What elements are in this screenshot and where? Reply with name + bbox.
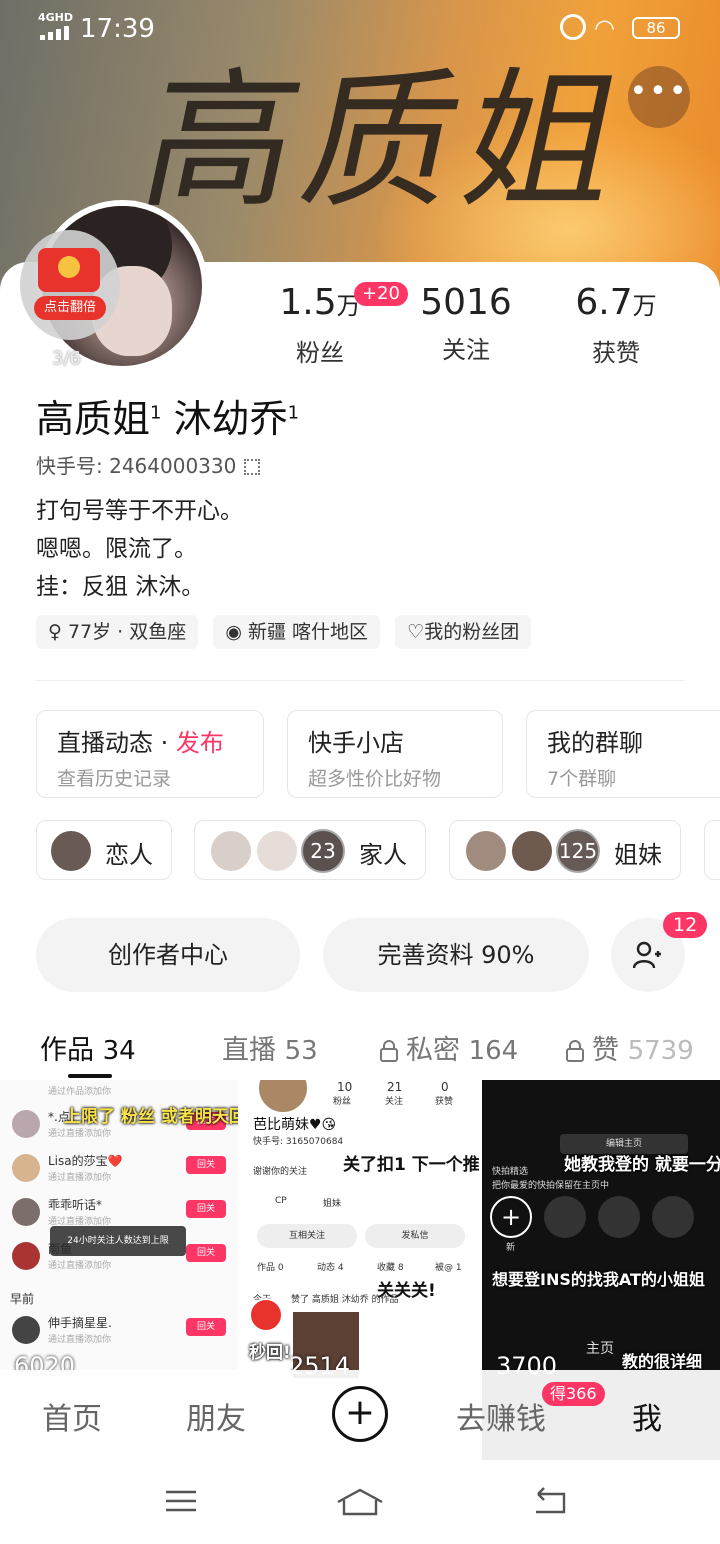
avatar bbox=[209, 829, 253, 873]
avatar bbox=[257, 1080, 309, 1114]
profile-stats: 1.5万 粉丝 +20 5016 关注 6.7万 获赞 bbox=[250, 280, 700, 370]
circle-family[interactable]: 23 家人 bbox=[194, 820, 426, 880]
video-caption: 秒回! bbox=[249, 1343, 291, 1363]
video-caption: 想要登INS的找我AT的小姐姐 bbox=[492, 1270, 705, 1289]
add-friend-badge: 12 bbox=[663, 912, 708, 938]
stat-likes-label: 获赞 bbox=[592, 339, 640, 367]
video-caption: 关了扣1 下一个推 bbox=[343, 1155, 479, 1175]
red-envelope-icon bbox=[249, 1298, 283, 1332]
limit-toast: 24小时关注人数达到上限 bbox=[50, 1226, 186, 1256]
divider bbox=[36, 680, 684, 681]
network-type: 4GHD bbox=[38, 11, 74, 24]
list-item: 伸手摘星星. 通过直播添加你 回关 bbox=[10, 1314, 230, 1354]
relationship-circles: 恋人 23 家人 125 姐妹 bbox=[36, 820, 720, 882]
feature-live-feed[interactable]: 直播动态 · 发布 查看历史记录 bbox=[36, 710, 264, 798]
nav-home[interactable]: 首页 bbox=[42, 1394, 102, 1438]
red-envelope-icon bbox=[38, 248, 100, 292]
location-pin-icon: ◉ bbox=[225, 621, 242, 643]
red-packet-label: 点击翻倍 bbox=[34, 296, 106, 320]
nav-me[interactable]: 我 bbox=[632, 1394, 662, 1438]
complete-profile-button[interactable]: 完善资料 90% bbox=[323, 918, 589, 992]
gender-female-icon: ♀ bbox=[48, 621, 62, 643]
add-friend-button[interactable]: 12 bbox=[611, 912, 708, 992]
feature-group-chats[interactable]: 我的群聊 7个群聊 bbox=[526, 710, 720, 798]
signal-icon bbox=[40, 26, 70, 40]
video-caption: 上限了 粉丝 或者明天回 刷刷！！！ bbox=[64, 1107, 238, 1127]
tag-age-zodiac[interactable]: ♀ 77岁 · 双鱼座 bbox=[36, 615, 199, 649]
list-item: Lisa的莎宝❤️ 通过直播添加你 回关 bbox=[10, 1152, 230, 1192]
home-icon[interactable] bbox=[336, 1486, 384, 1516]
menu-icon[interactable] bbox=[164, 1486, 198, 1516]
video-caption: 教的很详细 bbox=[622, 1352, 703, 1371]
tab-works[interactable]: 作品 34 bbox=[40, 1028, 136, 1067]
add-icon: + bbox=[490, 1196, 532, 1238]
avatar bbox=[49, 829, 93, 873]
back-icon[interactable] bbox=[532, 1486, 566, 1516]
avatar-page-indicator: 3/6 bbox=[52, 348, 81, 369]
publish-link[interactable]: 发布 bbox=[176, 729, 224, 757]
content-tabs: 作品 34 直播 53 私密 164 赞 5739 bbox=[0, 1020, 720, 1080]
stat-following-label: 关注 bbox=[442, 336, 490, 364]
circle-sisters[interactable]: 125 姐妹 bbox=[449, 820, 681, 880]
system-nav-bar bbox=[0, 1460, 720, 1544]
fan-club-heart-icon: ♡ bbox=[407, 621, 425, 643]
video-caption: 她教我登的 就要一分钟 bbox=[564, 1155, 720, 1175]
battery-icon: 86 bbox=[632, 17, 680, 39]
avatar bbox=[255, 829, 299, 873]
tab-liked[interactable]: 赞 5739 bbox=[566, 1028, 694, 1067]
red-packet-widget[interactable]: 点击翻倍 bbox=[20, 230, 120, 340]
tab-live[interactable]: 直播 53 bbox=[222, 1028, 318, 1067]
circle-count: 125 bbox=[556, 829, 600, 873]
feature-cards: 直播动态 · 发布 查看历史记录 快手小店 超多性价比好物 我的群聊 7个群聊 bbox=[36, 710, 720, 800]
nav-earn[interactable]: 去赚钱 bbox=[456, 1394, 546, 1438]
profile-name: 高质姐1 沐幼乔1 bbox=[36, 397, 300, 441]
bottom-nav: 首页 朋友 + 去赚钱 得366 我 bbox=[0, 1370, 720, 1460]
tag-location[interactable]: ◉ 新疆 喀什地区 bbox=[213, 615, 381, 649]
creator-center-button[interactable]: 创作者中心 bbox=[36, 918, 300, 992]
nav-friends[interactable]: 朋友 bbox=[186, 1394, 246, 1438]
more-options-button[interactable]: ••• bbox=[628, 66, 690, 128]
tag-fan-club[interactable]: ♡我的粉丝团 bbox=[395, 615, 532, 649]
profile-bio: 打句号等于不开心。 嗯嗯。限流了。 挂：反狙 沐沐。 bbox=[36, 498, 243, 600]
circle-lover[interactable]: 恋人 bbox=[36, 820, 172, 880]
profile-tags: ♀ 77岁 · 双鱼座 ◉ 新疆 喀什地区 ♡我的粉丝团 bbox=[36, 615, 541, 649]
user-id[interactable]: 快手号: 2464000330 bbox=[36, 450, 261, 479]
tab-private[interactable]: 私密 164 bbox=[380, 1028, 518, 1067]
lock-icon bbox=[566, 1040, 584, 1062]
stat-likes[interactable]: 6.7万 获赞 bbox=[546, 280, 686, 368]
lock-icon bbox=[380, 1040, 398, 1062]
add-person-icon bbox=[633, 941, 661, 969]
earn-badge: 得366 bbox=[542, 1382, 605, 1406]
qr-code-icon[interactable] bbox=[244, 459, 261, 475]
alarm-icon bbox=[560, 14, 586, 40]
feature-kuaishou-shop[interactable]: 快手小店 超多性价比好物 bbox=[287, 710, 503, 798]
stat-fans[interactable]: 1.5万 粉丝 +20 bbox=[250, 280, 408, 368]
avatar bbox=[464, 829, 508, 873]
stat-following[interactable]: 5016 关注 bbox=[396, 280, 536, 365]
create-plus-button[interactable]: + bbox=[332, 1386, 388, 1442]
wifi-icon: ◠ bbox=[594, 14, 615, 42]
clock: 17:39 bbox=[80, 14, 155, 44]
circle-count: 23 bbox=[301, 829, 345, 873]
stat-fans-label: 粉丝 bbox=[296, 339, 344, 367]
avatar bbox=[510, 829, 554, 873]
status-bar: 4GHD 17:39 ◠ 86 bbox=[0, 0, 720, 58]
circle-more[interactable] bbox=[704, 820, 720, 880]
profile-actions: 创作者中心 完善资料 90% 12 bbox=[36, 912, 720, 992]
active-tab-indicator bbox=[68, 1074, 112, 1078]
